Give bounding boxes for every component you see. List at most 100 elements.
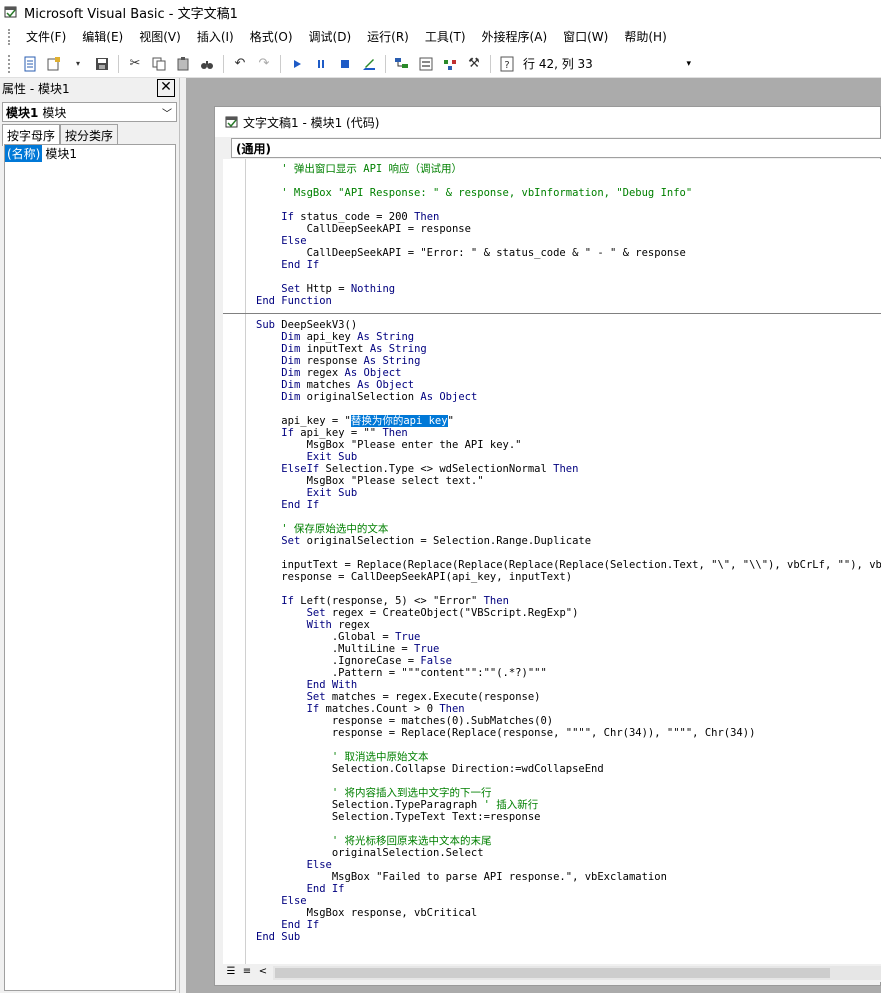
code-line[interactable]: MsgBox "Please enter the API key.": [256, 439, 881, 451]
code-line[interactable]: Set regex = CreateObject("VBScript.RegEx…: [256, 607, 881, 619]
help-icon[interactable]: ?: [497, 54, 517, 74]
toolbar-options-icon[interactable]: ▾: [686, 59, 691, 69]
code-line[interactable]: Set originalSelection = Selection.Range.…: [256, 535, 881, 547]
code-line[interactable]: Dim api_key As String: [256, 331, 881, 343]
code-line[interactable]: .Global = True: [256, 631, 881, 643]
code-line[interactable]: ' 弹出窗口显示 API 响应（调试用）: [256, 163, 881, 175]
code-line[interactable]: MsgBox "Please select text.": [256, 475, 881, 487]
menu-tools[interactable]: 工具(T): [417, 27, 474, 47]
code-line[interactable]: Exit Sub: [256, 451, 881, 463]
code-line[interactable]: If status_code = 200 Then: [256, 211, 881, 223]
code-line[interactable]: Sub DeepSeekV3(): [256, 319, 881, 331]
code-line[interactable]: [256, 175, 881, 187]
menu-addins[interactable]: 外接程序(A): [474, 27, 556, 47]
code-line[interactable]: Else: [256, 235, 881, 247]
code-line[interactable]: End Sub: [256, 931, 881, 943]
code-line[interactable]: If api_key = "" Then: [256, 427, 881, 439]
code-line[interactable]: Dim originalSelection As Object: [256, 391, 881, 403]
selected-text[interactable]: 替换为你的api key: [350, 415, 448, 427]
code-line[interactable]: [256, 511, 881, 523]
menu-debug[interactable]: 调试(D): [301, 27, 360, 47]
code-line[interactable]: [256, 271, 881, 283]
code-line[interactable]: api_key = "替换为你的api key": [256, 415, 881, 427]
tab-alphabetic[interactable]: 按字母序: [2, 124, 61, 146]
object-browser-icon[interactable]: [440, 54, 460, 74]
save-icon[interactable]: [92, 54, 112, 74]
code-line[interactable]: End If: [256, 919, 881, 931]
code-line[interactable]: [256, 547, 881, 559]
code-line[interactable]: Selection.TypeParagraph ' 插入新行: [256, 799, 881, 811]
code-line[interactable]: Dim regex As Object: [256, 367, 881, 379]
code-line[interactable]: MsgBox response, vbCritical: [256, 907, 881, 919]
code-line[interactable]: [256, 823, 881, 835]
code-line[interactable]: ' 保存原始选中的文本: [256, 523, 881, 535]
code-line[interactable]: Set matches = regex.Execute(response): [256, 691, 881, 703]
cut-icon[interactable]: ✂: [125, 54, 145, 74]
code-line[interactable]: ' 将光标移回原来选中文本的末尾: [256, 835, 881, 847]
code-line[interactable]: With regex: [256, 619, 881, 631]
menu-window[interactable]: 窗口(W): [555, 27, 616, 47]
property-row[interactable]: (名称) 模块1: [5, 144, 175, 162]
code-line[interactable]: Dim response As String: [256, 355, 881, 367]
code-line[interactable]: ' 将内容插入到选中文字的下一行: [256, 787, 881, 799]
code-line[interactable]: response = CallDeepSeekAPI(api_key, inpu…: [256, 571, 881, 583]
code-line[interactable]: [256, 199, 881, 211]
code-line[interactable]: Selection.Collapse Direction:=wdCollapse…: [256, 763, 881, 775]
code-line[interactable]: Exit Sub: [256, 487, 881, 499]
design-mode-icon[interactable]: [359, 54, 379, 74]
code-line[interactable]: [256, 739, 881, 751]
paste-icon[interactable]: [173, 54, 193, 74]
menu-run[interactable]: 运行(R): [359, 27, 417, 47]
menu-edit[interactable]: 编辑(E): [74, 27, 131, 47]
code-line[interactable]: originalSelection.Select: [256, 847, 881, 859]
view-document-icon[interactable]: [20, 54, 40, 74]
toolbar-grip[interactable]: [8, 54, 14, 73]
code-line[interactable]: inputText = Replace(Replace(Replace(Repl…: [256, 559, 881, 571]
property-value[interactable]: 模块1: [42, 145, 77, 162]
code-line[interactable]: End If: [256, 259, 881, 271]
margin-indicator-bar[interactable]: [223, 159, 246, 964]
full-module-view-icon[interactable]: ≡: [239, 966, 255, 980]
code-line[interactable]: End With: [256, 679, 881, 691]
code-line[interactable]: Else: [256, 859, 881, 871]
procedure-view-icon[interactable]: ☰: [223, 966, 239, 980]
run-icon[interactable]: [287, 54, 307, 74]
code-line[interactable]: [256, 583, 881, 595]
code-line[interactable]: CallDeepSeekAPI = "Error: " & status_cod…: [256, 247, 881, 259]
menu-help[interactable]: 帮助(H): [616, 27, 674, 47]
redo-icon[interactable]: ↷: [254, 54, 274, 74]
find-icon[interactable]: [197, 54, 217, 74]
menu-file[interactable]: 文件(F): [18, 27, 74, 47]
code-line[interactable]: ElseIf Selection.Type <> wdSelectionNorm…: [256, 463, 881, 475]
horizontal-scrollbar[interactable]: [273, 966, 881, 980]
project-explorer-icon[interactable]: [392, 54, 412, 74]
code-line[interactable]: [256, 403, 881, 415]
code-line[interactable]: .MultiLine = True: [256, 643, 881, 655]
code-line[interactable]: End Function: [256, 295, 881, 307]
code-line[interactable]: CallDeepSeekAPI = response: [256, 223, 881, 235]
reset-icon[interactable]: [335, 54, 355, 74]
insert-module-icon[interactable]: [44, 54, 64, 74]
properties-window-icon[interactable]: [416, 54, 436, 74]
code-line[interactable]: Selection.TypeText Text:=response: [256, 811, 881, 823]
code-line[interactable]: If matches.Count > 0 Then: [256, 703, 881, 715]
object-select[interactable]: 模块1 模块 ﹀: [2, 102, 177, 122]
scroll-left-icon[interactable]: <: [255, 966, 271, 980]
menu-insert[interactable]: 插入(I): [189, 27, 242, 47]
code-line[interactable]: ' MsgBox "API Response: " & response, vb…: [256, 187, 881, 199]
code-line[interactable]: Set Http = Nothing: [256, 283, 881, 295]
code-line[interactable]: Else: [256, 895, 881, 907]
code-line[interactable]: End If: [256, 883, 881, 895]
close-icon[interactable]: ✕: [157, 79, 175, 97]
tab-categorized[interactable]: 按分类序: [60, 124, 119, 146]
scrollbar-thumb[interactable]: [275, 968, 830, 978]
object-combo[interactable]: (通用): [231, 138, 881, 158]
menu-grip[interactable]: [8, 29, 14, 45]
code-line[interactable]: response = matches(0).SubMatches(0): [256, 715, 881, 727]
menu-format[interactable]: 格式(O): [242, 27, 301, 47]
code-line[interactable]: ' 取消选中原始文本: [256, 751, 881, 763]
code-editor[interactable]: ' 弹出窗口显示 API 响应（调试用） ' MsgBox "API Respo…: [223, 159, 881, 964]
code-text[interactable]: ' 弹出窗口显示 API 响应（调试用） ' MsgBox "API Respo…: [256, 163, 881, 943]
code-line[interactable]: End If: [256, 499, 881, 511]
code-line[interactable]: Dim inputText As String: [256, 343, 881, 355]
